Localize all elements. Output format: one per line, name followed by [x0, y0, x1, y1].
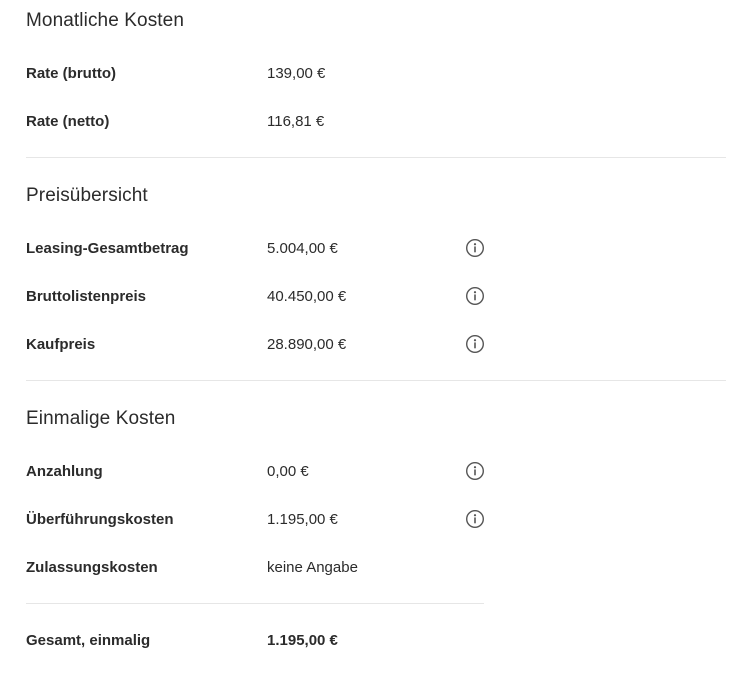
- row-label: Zulassungskosten: [26, 559, 158, 576]
- info-icon[interactable]: [465, 509, 485, 529]
- info-icon[interactable]: [465, 238, 485, 258]
- section-title-one-time-costs: Einmalige Kosten: [26, 408, 176, 429]
- total-value: 1.195,00 €: [267, 632, 338, 649]
- row-label: Anzahlung: [26, 463, 103, 480]
- info-icon[interactable]: [465, 286, 485, 306]
- row-value: 28.890,00 €: [267, 336, 347, 353]
- row-label: Bruttolistenpreis: [26, 288, 147, 305]
- row-value: 139,00 €: [267, 65, 326, 82]
- section-title-price-overview: Preisübersicht: [26, 185, 148, 206]
- row-leasing-total: Leasing-Gesamtbetrag 5.004,00 €: [26, 237, 726, 261]
- row-value: 5.004,00 €: [267, 240, 338, 257]
- row-value: 40.450,00 €: [267, 288, 347, 305]
- section-title-monthly-costs: Monatliche Kosten: [26, 10, 185, 31]
- row-value: 0,00 €: [267, 463, 309, 480]
- row-label: Überführungskosten: [26, 511, 174, 528]
- row-one-time-total: Gesamt, einmalig 1.195,00 €: [26, 629, 726, 653]
- row-label: Rate (brutto): [26, 65, 116, 82]
- row-label: Kaufpreis: [26, 336, 96, 353]
- row-value: 116,81 €: [267, 113, 325, 130]
- row-down-payment: Anzahlung 0,00 €: [26, 460, 726, 484]
- total-label: Gesamt, einmalig: [26, 632, 151, 649]
- row-value: 1.195,00 €: [267, 511, 338, 528]
- row-registration-costs: Zulassungskosten keine Angabe: [26, 556, 726, 580]
- row-transfer-costs: Überführungskosten 1.195,00 €: [26, 508, 726, 532]
- row-purchase-price: Kaufpreis 28.890,00 €: [26, 333, 726, 357]
- row-rate-brutto: Rate (brutto) 139,00 €: [26, 62, 726, 86]
- section-divider: [26, 157, 726, 158]
- section-divider: [26, 380, 726, 381]
- info-icon[interactable]: [465, 334, 485, 354]
- row-label: Leasing-Gesamtbetrag: [26, 240, 189, 257]
- row-label: Rate (netto): [26, 113, 110, 130]
- row-rate-netto: Rate (netto) 116,81 €: [26, 110, 726, 134]
- total-divider: [26, 603, 484, 604]
- info-icon[interactable]: [465, 461, 485, 481]
- row-gross-list-price: Bruttolistenpreis 40.450,00 €: [26, 285, 726, 309]
- row-value: keine Angabe: [267, 559, 358, 576]
